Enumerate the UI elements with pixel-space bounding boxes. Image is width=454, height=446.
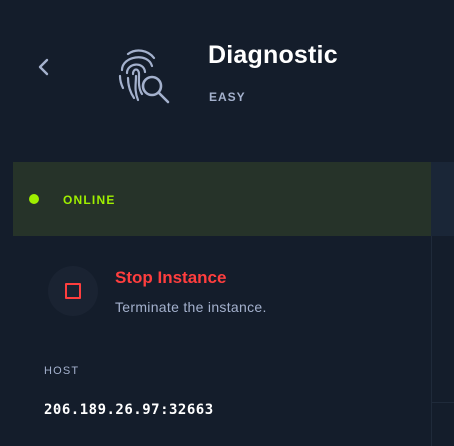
status-label: ONLINE <box>63 193 116 207</box>
divider <box>431 236 432 446</box>
status-bar-edge <box>431 162 454 236</box>
host-label: HOST <box>44 365 80 377</box>
back-button[interactable] <box>30 52 58 82</box>
online-status-dot <box>29 194 39 204</box>
host-value[interactable]: 206.189.26.97:32663 <box>44 402 214 418</box>
header: Diagnostic EASY <box>0 0 454 162</box>
page-title: Diagnostic <box>208 41 338 69</box>
chevron-left-icon <box>38 58 49 76</box>
instance-panel: Stop Instance Terminate the instance. HO… <box>13 236 431 446</box>
status-bar: ONLINE <box>13 162 431 236</box>
stop-square-icon <box>65 283 81 299</box>
difficulty-badge: EASY <box>209 90 246 104</box>
fingerprint-search-icon <box>118 49 170 104</box>
stop-instance-button[interactable] <box>48 266 98 316</box>
stop-instance-title[interactable]: Stop Instance <box>115 268 226 288</box>
stop-instance-description: Terminate the instance. <box>115 299 267 315</box>
divider <box>431 402 454 403</box>
